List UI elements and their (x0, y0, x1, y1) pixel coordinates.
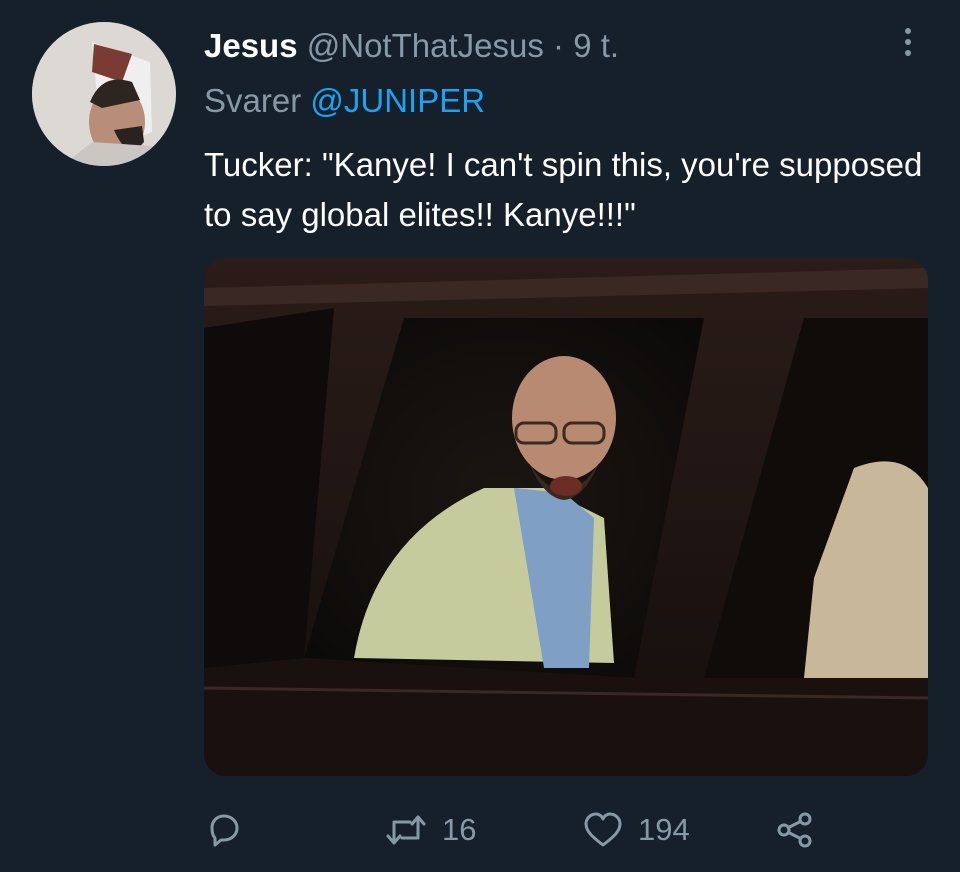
reply-icon (210, 814, 239, 847)
avatar-image (32, 22, 176, 166)
heart-icon (584, 812, 622, 847)
tweet-actions: 16 194 (204, 808, 824, 852)
like-button[interactable]: 194 (582, 808, 690, 852)
tweet-media-image[interactable] (204, 258, 928, 776)
reply-target-link[interactable]: @JUNIPER (310, 82, 485, 119)
share-button[interactable] (774, 808, 816, 852)
avatar[interactable] (32, 22, 176, 166)
retweet-button[interactable]: 16 (384, 808, 476, 852)
retweet-count: 16 (442, 812, 477, 847)
display-name[interactable]: Jesus (204, 27, 298, 64)
more-vertical-icon[interactable] (896, 22, 920, 62)
user-handle[interactable]: @NotThatJesus (307, 27, 544, 64)
separator-dot: · (553, 27, 565, 64)
tweet-timestamp[interactable]: 9 t. (573, 27, 619, 64)
replying-to: Svarer @JUNIPER (204, 81, 485, 121)
retweet-icon (386, 815, 426, 845)
reply-button[interactable] (204, 808, 244, 852)
reply-prefix: Svarer (204, 82, 302, 119)
car-photo (204, 258, 928, 776)
tweet-header: Jesus @NotThatJesus · 9 t. (204, 26, 619, 66)
share-icon (777, 812, 812, 848)
tweet-text: Tucker: "Kanye! I can't spin this, you'r… (204, 146, 923, 233)
like-count: 194 (638, 812, 690, 847)
